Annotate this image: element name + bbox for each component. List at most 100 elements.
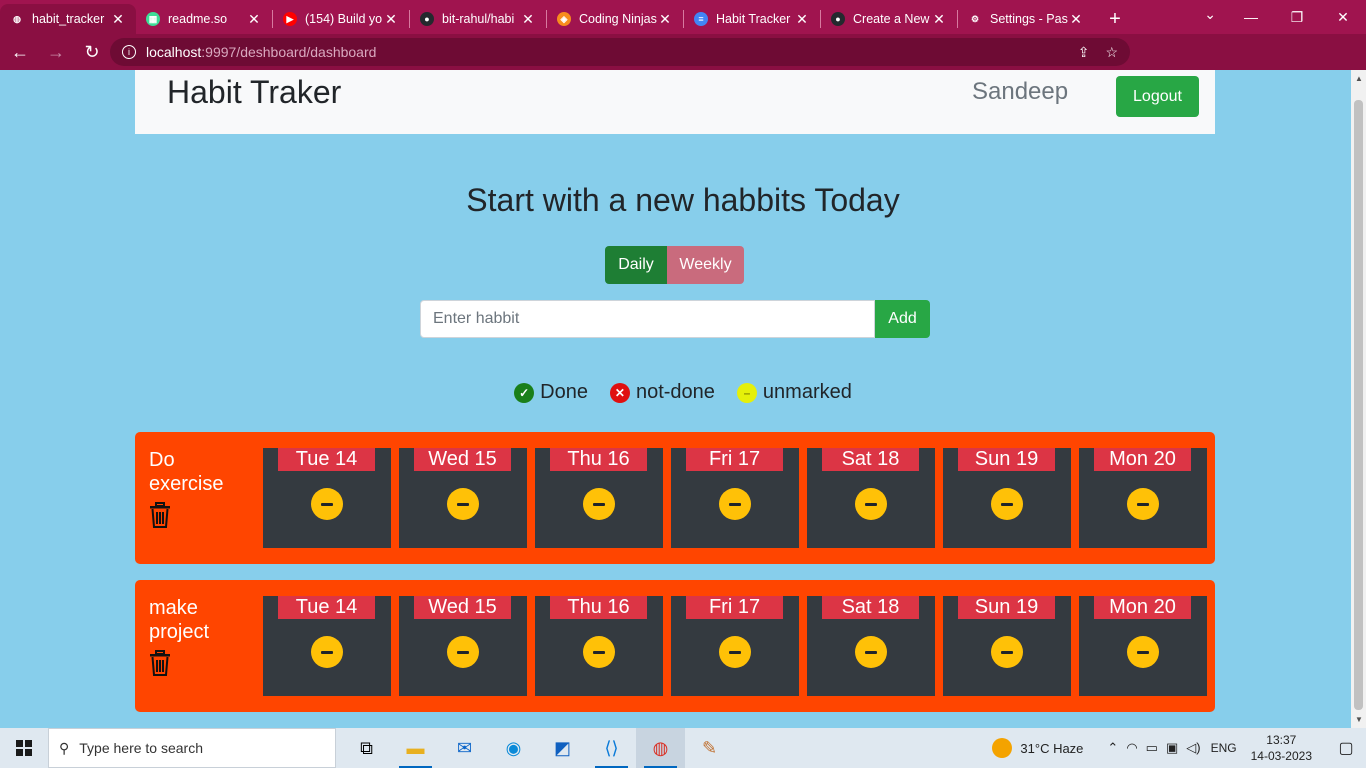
- taskbar-search[interactable]: ⚲ Type here to search: [48, 728, 336, 768]
- tab-list: ◍ habit_tracker ✕ ▦ readme.so ✕ ▶ (154) Build y…: [0, 4, 1094, 34]
- tab-search-icon[interactable]: ⌄: [1204, 6, 1216, 23]
- edge-icon[interactable]: ◉: [489, 728, 538, 768]
- page-scrollbar[interactable]: ▲ ▼: [1351, 70, 1366, 728]
- close-tab-icon[interactable]: ✕: [383, 11, 399, 28]
- browser-tab[interactable]: ≡ Habit Tracker ✕: [684, 4, 820, 34]
- unmarked-status-icon[interactable]: [855, 636, 887, 668]
- chrome-icon[interactable]: ◍: [636, 728, 685, 768]
- windows-start-icon[interactable]: [0, 728, 48, 768]
- search-icon: ⚲: [59, 739, 70, 756]
- minus-icon: [593, 650, 605, 654]
- browser-tab[interactable]: ▶ (154) Build yo ✕: [273, 4, 409, 34]
- url-host: localhost: [146, 44, 202, 60]
- close-tab-icon[interactable]: ✕: [246, 11, 262, 28]
- status-legend: ✓ Done ✕ not-done – unmarked: [0, 381, 1366, 404]
- weather-haze-icon: [992, 738, 1013, 758]
- file-explorer-icon[interactable]: ▬: [391, 728, 440, 768]
- unmarked-status-icon[interactable]: [583, 636, 615, 668]
- tab-title: Create a New: [853, 12, 930, 26]
- quick-assist-icon[interactable]: ◩: [538, 728, 587, 768]
- language-indicator[interactable]: ENG: [1211, 741, 1237, 755]
- notifications-icon[interactable]: ▢: [1326, 738, 1366, 758]
- bookmark-star-icon[interactable]: ☆: [1105, 44, 1118, 61]
- scrollbar-thumb[interactable]: [1354, 100, 1363, 710]
- share-icon[interactable]: ⇪: [1078, 44, 1090, 61]
- readme-icon: ▦: [146, 12, 160, 26]
- close-tab-icon[interactable]: ✕: [1068, 11, 1084, 28]
- address-bar[interactable]: i localhost:9997/deshboard/dashboard ⇪ ☆: [110, 38, 1130, 66]
- unmarked-status-icon[interactable]: [311, 636, 343, 668]
- paint-icon[interactable]: ✎: [685, 728, 734, 768]
- minus-icon: [729, 650, 741, 654]
- day-label: Wed 15: [414, 448, 511, 471]
- close-tab-icon[interactable]: ✕: [794, 11, 810, 28]
- unmarked-status-icon[interactable]: [855, 488, 887, 520]
- reload-icon[interactable]: ↻: [76, 36, 108, 68]
- close-tab-icon[interactable]: ✕: [657, 11, 673, 28]
- day-cell: Wed 15: [399, 448, 527, 548]
- minimize-icon[interactable]: —: [1228, 0, 1274, 34]
- browser-tab[interactable]: ◍ habit_tracker ✕: [0, 4, 136, 34]
- close-tab-icon[interactable]: ✕: [110, 11, 126, 28]
- close-tab-icon[interactable]: ✕: [520, 11, 536, 28]
- restore-icon[interactable]: ❐: [1274, 0, 1320, 34]
- unmarked-status-icon[interactable]: [719, 488, 751, 520]
- weekly-button[interactable]: Weekly: [667, 246, 744, 284]
- show-hidden-icons-icon[interactable]: ⌃: [1107, 740, 1118, 756]
- frequency-toggle: Daily Weekly: [605, 246, 744, 284]
- weather-widget[interactable]: 31°C Haze: [992, 738, 1083, 758]
- browser-tab[interactable]: ▦ readme.so ✕: [136, 4, 272, 34]
- unmarked-status-icon[interactable]: [1127, 636, 1159, 668]
- unmarked-status-icon[interactable]: [311, 488, 343, 520]
- unmarked-status-icon[interactable]: [447, 636, 479, 668]
- browser-tab-strip: ◍ habit_tracker ✕ ▦ readme.so ✕ ▶ (154) Build y…: [0, 0, 1366, 34]
- minus-icon: [729, 502, 741, 506]
- gear-icon: ⚙: [970, 13, 980, 24]
- brand-title[interactable]: Habit Traker: [167, 74, 341, 111]
- meet-now-icon[interactable]: ▣: [1166, 740, 1178, 756]
- logout-button[interactable]: Logout: [1116, 76, 1199, 117]
- day-cell: Thu 16: [535, 448, 663, 548]
- unmarked-status-icon[interactable]: [719, 636, 751, 668]
- browser-tab[interactable]: ◈ Coding Ninjas ✕: [547, 4, 683, 34]
- browser-tab[interactable]: ⚙ Settings - Pas ✕: [958, 4, 1094, 34]
- unmarked-status-icon[interactable]: [991, 636, 1023, 668]
- github-icon: ●: [420, 12, 434, 26]
- trash-icon[interactable]: [149, 502, 173, 528]
- mail-icon[interactable]: ✉: [440, 728, 489, 768]
- check-circle-icon: ✓: [514, 382, 535, 403]
- unmarked-status-icon[interactable]: [447, 488, 479, 520]
- unmarked-status-icon[interactable]: [1127, 488, 1159, 520]
- browser-tab[interactable]: ● Create a New ✕: [821, 4, 957, 34]
- day-cell: Fri 17: [671, 448, 799, 548]
- habit-input[interactable]: [420, 300, 875, 338]
- add-habit-button[interactable]: Add: [875, 300, 930, 338]
- wifi-icon[interactable]: ◠: [1126, 740, 1137, 756]
- volume-icon[interactable]: ◁): [1186, 740, 1200, 756]
- close-tab-icon[interactable]: ✕: [931, 11, 947, 28]
- day-label: Sun 19: [958, 596, 1055, 619]
- legend-done-label: Done: [540, 381, 588, 403]
- vscode-icon[interactable]: ⟨⟩: [587, 728, 636, 768]
- site-info-icon[interactable]: i: [122, 45, 136, 59]
- day-cell: Sun 19: [943, 448, 1071, 548]
- scroll-down-icon[interactable]: ▼: [1355, 715, 1363, 724]
- day-cell: Tue 14: [263, 448, 391, 548]
- back-icon[interactable]: ←: [4, 36, 36, 68]
- forward-icon[interactable]: →: [40, 36, 72, 68]
- day-cell: Sat 18: [807, 448, 935, 548]
- close-window-icon[interactable]: ✕: [1320, 0, 1366, 34]
- unmarked-status-icon[interactable]: [991, 488, 1023, 520]
- daily-button[interactable]: Daily: [605, 246, 667, 284]
- browser-tab[interactable]: ● bit-rahul/habi ✕: [410, 4, 546, 34]
- day-label: Tue 14: [278, 448, 375, 471]
- trash-icon[interactable]: [149, 650, 173, 676]
- tab-title: habit_tracker: [32, 12, 105, 26]
- task-view-icon[interactable]: ⧉: [342, 728, 391, 768]
- new-tab-button[interactable]: +: [1100, 4, 1130, 34]
- tab-title: bit-rahul/habi: [442, 12, 515, 26]
- battery-icon[interactable]: ▭: [1146, 740, 1158, 756]
- unmarked-status-icon[interactable]: [583, 488, 615, 520]
- clock[interactable]: 13:37 14-03-2023: [1251, 732, 1312, 764]
- scroll-up-icon[interactable]: ▲: [1355, 74, 1363, 83]
